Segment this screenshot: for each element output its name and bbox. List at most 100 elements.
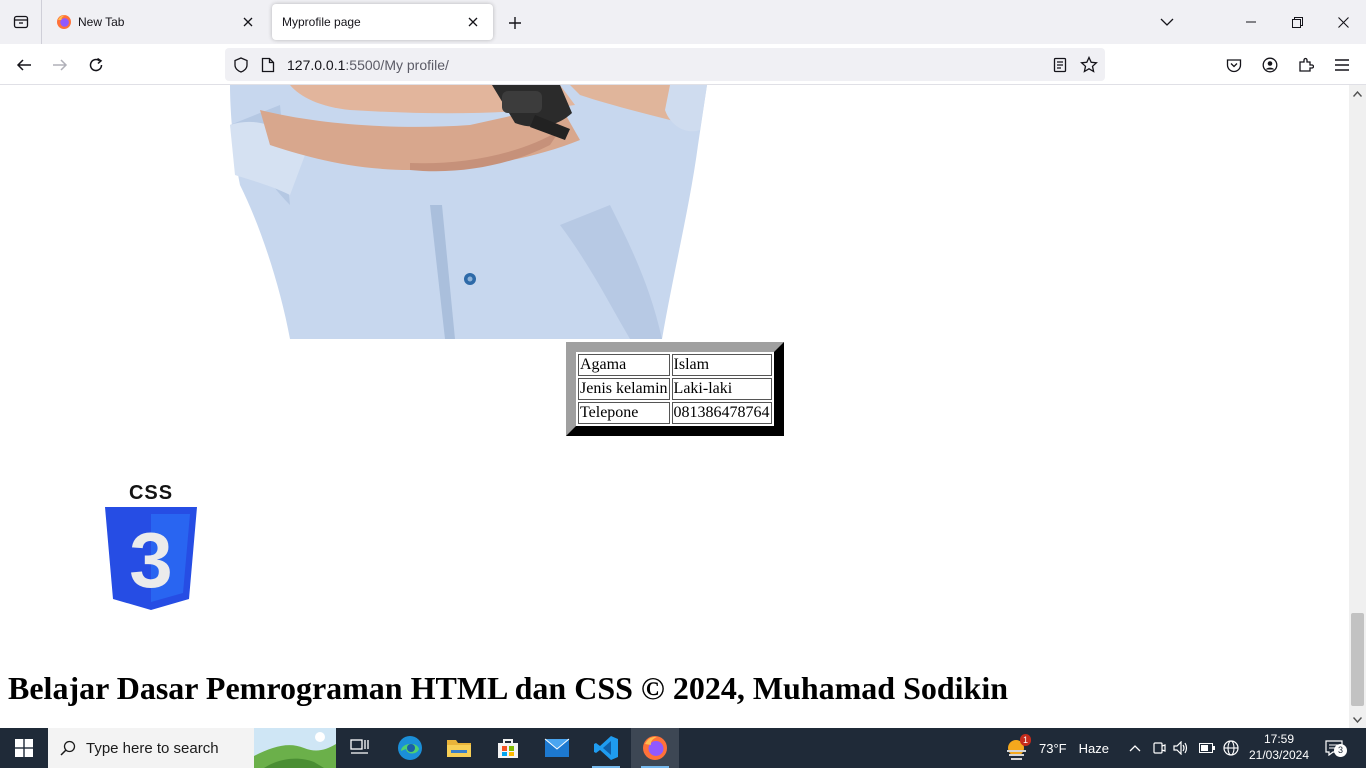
forward-button[interactable] — [45, 50, 75, 80]
tab-strip: New Tab Myprofile page — [0, 0, 1366, 44]
tab-list-button[interactable] — [0, 0, 42, 44]
scroll-thumb[interactable] — [1351, 613, 1364, 706]
menu-button[interactable] — [1327, 50, 1357, 80]
extensions-button[interactable] — [1291, 50, 1321, 80]
weather-temperature: 73°F — [1039, 740, 1067, 756]
mail-app[interactable] — [533, 728, 581, 768]
css3-logo: CSS 3 — [105, 482, 197, 610]
pocket-button[interactable] — [1219, 50, 1249, 80]
speaker-icon — [1173, 741, 1188, 755]
tab-close-button[interactable] — [463, 12, 483, 32]
weather-alert-badge: 1 — [1020, 734, 1032, 746]
tab-new-tab[interactable]: New Tab — [46, 4, 268, 40]
search-highlight-image — [254, 728, 336, 768]
table-row: Jenis kelamin Laki-laki — [578, 378, 772, 400]
pocket-icon — [1226, 59, 1242, 73]
store-icon — [498, 739, 518, 758]
store-app[interactable] — [484, 728, 532, 768]
volume-button[interactable] — [1171, 738, 1191, 758]
mail-icon — [544, 738, 570, 757]
task-view-icon — [350, 739, 369, 754]
url-host: 127.0.0.1 — [287, 57, 346, 73]
table-cell-label: Agama — [578, 354, 670, 376]
chevron-up-icon — [1129, 745, 1141, 752]
firefox-icon — [643, 736, 667, 760]
css-logo-number: 3 — [129, 516, 172, 604]
address-bar[interactable]: 127.0.0.1:5500/My profile/ — [225, 48, 1105, 81]
profile-photo — [230, 85, 707, 339]
bookmark-star-icon[interactable] — [1080, 56, 1098, 74]
forward-icon — [53, 59, 68, 71]
table-cell-label: Telepone — [578, 402, 670, 424]
meet-now-button[interactable] — [1149, 738, 1169, 758]
show-hidden-icons-button[interactable] — [1125, 738, 1145, 758]
vscode-icon — [594, 736, 618, 760]
url-path: :5500/My profile/ — [345, 57, 449, 73]
table-cell-label: Jenis kelamin — [578, 378, 670, 400]
restore-button[interactable] — [1274, 0, 1320, 44]
back-icon — [16, 59, 31, 71]
table-row: Agama Islam — [578, 354, 772, 376]
chevron-down-icon — [1353, 716, 1362, 723]
vertical-scrollbar[interactable] — [1349, 85, 1366, 728]
table-cell-value: Laki-laki — [671, 378, 772, 400]
minimize-button[interactable] — [1228, 0, 1274, 44]
device-icon — [1153, 742, 1166, 754]
list-all-tabs-button[interactable] — [1144, 0, 1190, 44]
edge-icon — [398, 736, 422, 760]
table-row: Telepone 081386478764 — [578, 402, 772, 424]
page-content: Agama Islam Jenis kelamin Laki-laki Tele… — [0, 85, 1349, 728]
notification-center-button[interactable]: 3 — [1324, 738, 1347, 758]
plus-icon — [509, 17, 521, 29]
page-icon[interactable] — [261, 57, 275, 73]
menu-icon — [1335, 59, 1349, 71]
task-view-button[interactable] — [336, 728, 384, 768]
navigation-toolbar: 127.0.0.1:5500/My profile/ — [0, 44, 1366, 85]
file-explorer-icon — [447, 740, 471, 757]
shield-icon[interactable] — [233, 57, 249, 73]
table-cell-value: 081386478764 — [671, 402, 772, 424]
table-cell-value: Islam — [671, 354, 772, 376]
scroll-up-button[interactable] — [1349, 85, 1366, 102]
close-icon — [243, 17, 253, 27]
clock-date: 21/03/2024 — [1248, 748, 1310, 762]
chevron-up-icon — [1353, 90, 1362, 97]
tab-close-button[interactable] — [238, 12, 258, 32]
firefox-app[interactable] — [631, 728, 679, 768]
file-explorer-app[interactable] — [435, 728, 483, 768]
account-icon — [1262, 57, 1278, 73]
chevron-down-icon — [1160, 18, 1174, 26]
profile-info-table: Agama Islam Jenis kelamin Laki-laki Tele… — [566, 342, 784, 436]
url-text[interactable]: 127.0.0.1:5500/My profile/ — [287, 57, 449, 73]
globe-icon — [1223, 740, 1239, 756]
edge-app[interactable] — [386, 728, 434, 768]
restore-icon — [1291, 16, 1303, 28]
vscode-app[interactable] — [582, 728, 630, 768]
new-tab-button[interactable] — [504, 12, 526, 34]
battery-icon — [1199, 743, 1215, 753]
account-button[interactable] — [1255, 50, 1285, 80]
close-window-button[interactable] — [1320, 0, 1366, 44]
taskbar-clock[interactable]: 17:59 21/03/2024 — [1244, 731, 1314, 763]
tab-title: Myprofile page — [282, 15, 361, 29]
close-icon — [468, 17, 478, 27]
weather-widget[interactable]: 1 73°F Haze — [1004, 728, 1109, 768]
footer-copyright: Belajar Dasar Pemrograman HTML dan CSS ©… — [8, 670, 1009, 706]
extensions-icon — [1299, 57, 1314, 72]
notification-count-badge: 3 — [1334, 744, 1347, 757]
start-button[interactable] — [0, 728, 48, 768]
firefox-icon — [57, 15, 71, 29]
scroll-down-button[interactable] — [1349, 711, 1366, 728]
network-button[interactable] — [1221, 738, 1241, 758]
clock-time: 17:59 — [1263, 732, 1295, 746]
search-icon — [60, 740, 76, 756]
reload-button[interactable] — [81, 50, 111, 80]
weather-condition: Haze — [1078, 740, 1109, 756]
battery-button[interactable] — [1197, 738, 1217, 758]
close-icon — [1337, 16, 1349, 28]
tab-myprofile[interactable]: Myprofile page — [272, 4, 493, 40]
minimize-icon — [1246, 21, 1256, 23]
taskbar-search-box[interactable]: Type here to search — [48, 728, 336, 768]
back-button[interactable] — [9, 50, 39, 80]
reader-view-icon[interactable] — [1053, 57, 1067, 73]
